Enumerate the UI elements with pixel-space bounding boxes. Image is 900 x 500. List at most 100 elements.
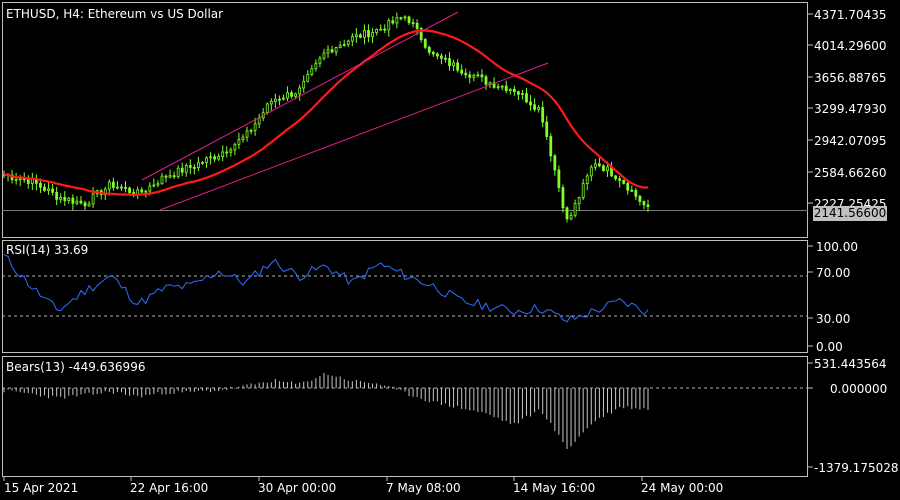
candle-body — [140, 189, 144, 193]
candle-body — [273, 98, 277, 102]
candle-body — [642, 201, 646, 206]
candle-body — [172, 175, 176, 178]
candle-body — [606, 166, 609, 172]
candle-body — [427, 46, 431, 53]
current-price-tag: 2141.56600 — [813, 206, 887, 221]
candle-body — [253, 123, 257, 131]
rsi-line — [3, 254, 649, 323]
candle-body — [391, 20, 395, 24]
candle-body — [124, 187, 127, 189]
candle-body — [209, 156, 212, 159]
candle-body — [508, 88, 512, 91]
panel-frames — [2, 2, 808, 477]
candle-body — [371, 32, 374, 38]
price-tick-label: 3656.88765 — [814, 71, 887, 85]
panel-frame — [2, 240, 808, 353]
candle-body — [168, 175, 172, 178]
candle-body — [529, 101, 532, 106]
candle-body — [75, 200, 79, 204]
candle-body — [144, 190, 148, 193]
candle-body — [176, 167, 180, 177]
rsi-tick-label: 0.00 — [816, 340, 843, 354]
candle-body — [379, 28, 383, 31]
moving-average-line — [3, 29, 649, 196]
time-tick-label: 22 Apr 16:00 — [130, 481, 209, 495]
candle-body — [128, 187, 131, 193]
candle-body — [278, 98, 281, 101]
candle-body — [249, 129, 253, 132]
candle-body — [403, 16, 407, 19]
candle-body — [456, 62, 460, 71]
candle-body — [634, 189, 638, 197]
candle-body — [225, 151, 229, 154]
candle-body — [359, 34, 362, 38]
candle-body — [577, 197, 581, 205]
candle-body — [622, 180, 626, 184]
candle-body — [387, 20, 391, 31]
candle-body — [290, 92, 293, 97]
price-tick-label: 4014.29600 — [814, 39, 887, 53]
candle-body — [460, 69, 464, 74]
candle-body — [476, 74, 480, 77]
rsi-panel[interactable] — [2, 254, 808, 323]
channel-upper-line — [141, 11, 459, 181]
candle-body — [18, 178, 22, 181]
rsi-tick-label: 70.00 — [816, 266, 851, 280]
channel-lower-line — [159, 62, 549, 211]
candle-body — [120, 186, 123, 189]
candle-body — [597, 163, 601, 167]
rsi-tick-label: 30.00 — [816, 312, 851, 326]
candle-body — [55, 191, 59, 200]
candle-body — [314, 62, 318, 70]
candle-body — [488, 82, 492, 85]
candle-body — [545, 121, 549, 137]
rsi-tick-label: 100.00 — [816, 240, 858, 254]
candle-body — [338, 44, 342, 48]
chart-title: ETHUSD, H4: Ethereum vs US Dollar — [6, 7, 224, 21]
candle-body — [233, 143, 237, 151]
candle-body — [602, 165, 605, 172]
candle-body — [521, 93, 524, 95]
candle-body — [533, 104, 536, 110]
candle-body — [26, 178, 30, 184]
candle-body — [472, 74, 476, 78]
candle-body — [294, 93, 298, 97]
candle-body — [480, 74, 484, 78]
candle-body — [484, 76, 488, 85]
candle-body — [79, 200, 83, 204]
candle-body — [573, 203, 577, 216]
candle-body — [342, 44, 346, 46]
candle-body — [306, 73, 310, 82]
candle-body — [330, 49, 334, 53]
candle-body — [63, 196, 67, 201]
candle-body — [589, 166, 593, 177]
candle-body — [265, 103, 269, 114]
price-tick-label: 2584.66260 — [814, 166, 887, 180]
candle-body — [221, 151, 225, 157]
candlesticks — [2, 12, 650, 223]
price-tick-label: 3299.47930 — [814, 102, 887, 116]
candle-body — [269, 101, 273, 105]
price-panel[interactable] — [2, 11, 808, 223]
candle-body — [192, 167, 196, 169]
candle-body — [59, 196, 63, 200]
candle-body — [51, 188, 55, 193]
candle-body — [334, 47, 338, 53]
candle-body — [111, 181, 115, 188]
candle-body — [367, 30, 370, 38]
candle-body — [205, 157, 208, 163]
candle-body — [468, 74, 472, 78]
candle-body — [395, 17, 399, 24]
candle-body — [107, 181, 111, 190]
candle-body — [184, 165, 188, 173]
bears-panel[interactable] — [2, 373, 808, 449]
chart-canvas[interactable] — [0, 0, 900, 500]
time-tick-label: 14 May 16:00 — [513, 481, 596, 495]
candle-body — [383, 28, 387, 31]
candle-body — [440, 55, 443, 59]
candle-body — [569, 214, 573, 220]
candle-body — [326, 49, 330, 54]
candle-body — [229, 149, 233, 153]
bears-label: Bears(13) -449.636996 — [6, 360, 146, 374]
candle-body — [500, 85, 504, 88]
